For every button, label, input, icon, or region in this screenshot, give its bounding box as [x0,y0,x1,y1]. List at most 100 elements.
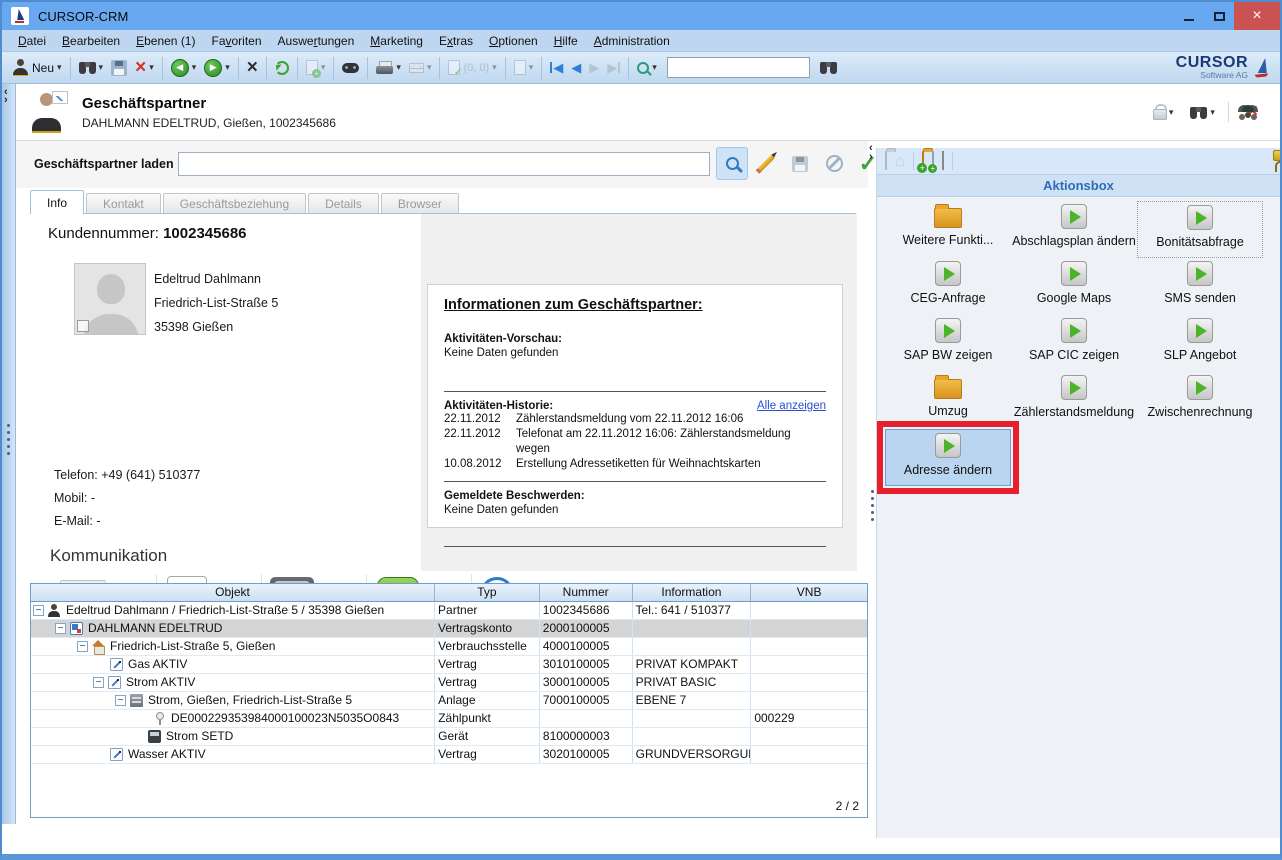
slash-circle-icon [826,155,843,172]
nav-last-button[interactable]: ▶ [604,59,623,76]
action-umzug[interactable]: Umzug [885,372,1011,429]
table-row[interactable]: Wasser AKTIVVertrag3020100005GRUNDVERSOR… [31,746,867,764]
maximize-button[interactable] [1204,2,1234,30]
save-button[interactable] [108,58,130,78]
edit-button[interactable] [750,147,782,180]
load-search-button[interactable] [716,147,748,180]
nav-prev-button[interactable]: ◀ [568,59,584,76]
cancel-button[interactable]: × [244,56,261,79]
vnb-cell [751,674,867,691]
menu-item-administration[interactable]: Administration [586,34,678,48]
export-button[interactable]: ▾ [511,58,537,77]
tree-expander-icon[interactable]: − [93,677,104,688]
panel-splitter-grip[interactable] [871,490,874,521]
home-button[interactable]: ⌂ [895,152,905,171]
brand-logo: CURSOR Software AG [1176,55,1274,80]
add-document-button[interactable]: ▾ [303,58,329,77]
tree-expander-icon[interactable]: − [77,641,88,652]
play-icon [1061,204,1087,229]
column-header-nummer[interactable]: Nummer [540,584,633,601]
action-sap-cic-zeigen[interactable]: SAP CIC zeigen [1011,315,1137,372]
menu-item-optionen[interactable]: Optionen [481,34,546,48]
new-folder-button[interactable] [922,152,924,170]
column-header-objekt[interactable]: Objekt [31,584,435,601]
menu-item-datei[interactable]: Datei [10,34,54,48]
action-sap-bw-zeigen[interactable]: SAP BW zeigen [885,315,1011,372]
menu-item-hilfe[interactable]: Hilfe [546,34,586,48]
table-row[interactable]: −DAHLMANN EDELTRUDVertragskonto200010000… [31,620,867,638]
action-weitere-funkti[interactable]: Weitere Funkti... [885,201,1011,258]
left-collapse-strip[interactable]: ‹› [2,84,16,824]
add-document-icon [306,60,318,75]
entity-find-button[interactable]: ▾ [1187,104,1218,121]
folder-search-button[interactable] [885,152,887,170]
action-zählerstandsmeldung[interactable]: Zählerstandsmeldung [1011,372,1137,429]
tree-expander-icon[interactable]: − [115,695,126,706]
back-button[interactable]: ◀▾ [168,57,200,79]
refresh-button[interactable] [272,59,292,77]
new-action-button[interactable] [932,152,934,170]
menu-item-bearbeiten[interactable]: Bearbeiten [54,34,128,48]
language-button[interactable] [942,152,944,170]
table-row[interactable]: −Strom, Gießen, Friedrich-List-Straße 5A… [31,692,867,710]
menu-item-extras[interactable]: Extras [431,34,481,48]
menu-item-favoriten[interactable]: Favoriten [203,34,269,48]
new-button[interactable]: Neu▾ [9,57,65,78]
tab-browser[interactable]: Browser [381,193,459,214]
action-zwischenrechnung[interactable]: Zwischenrechnung [1137,372,1263,429]
menu-item-auswertungen[interactable]: Auswertungen [270,34,363,48]
brand-name: CURSOR [1176,55,1248,71]
column-header-typ[interactable]: Typ [435,584,540,601]
save-record-button[interactable] [784,147,816,180]
table-row[interactable]: −Friedrich-List-Straße 5, GießenVerbrauc… [31,638,867,656]
nav-first-button[interactable]: ◀ [547,59,566,76]
panel-collapse-arrows-icon[interactable]: ‹› [869,144,873,162]
chevron-down-icon[interactable]: ▾ [57,63,62,72]
table-row[interactable]: −Edeltrud Dahlmann / Friedrich-List-Stra… [31,602,867,620]
objekt-cell: −Strom, Gießen, Friedrich-List-Straße 5 [31,692,435,709]
close-button[interactable]: × [1234,2,1280,30]
tab-details[interactable]: Details [308,193,379,214]
column-header-information[interactable]: Information [633,584,752,601]
partner-load-input[interactable] [178,152,710,176]
action-abschlagsplan-ändern[interactable]: Abschlagsplan ändern [1011,201,1137,258]
validation-button[interactable]: (0, 0)▾ [445,58,499,77]
action-bonitätsabfrage[interactable]: Bonitätsabfrage [1137,201,1263,258]
table-row[interactable]: Strom SETDGerät8100000003 [31,728,867,746]
tab-kontakt[interactable]: Kontakt [86,193,161,214]
table-row[interactable]: DE000229353984000100023N5035O0843Zählpun… [31,710,867,728]
minimize-button[interactable] [1174,2,1204,30]
search-go-button[interactable] [817,59,840,76]
menu-item-marketing[interactable]: Marketing [362,34,431,48]
tab-geschäftsbeziehung[interactable]: Geschäftsbeziehung [163,193,306,214]
action-sms-senden[interactable]: SMS senden [1137,258,1263,315]
discard-button[interactable] [818,147,850,180]
action-label: SAP BW zeigen [904,348,993,362]
send-mail-button[interactable]: ▾ [406,61,435,75]
nav-next-button[interactable]: ▶ [586,59,602,76]
table-row[interactable]: Gas AKTIVVertrag3010100005PRIVAT KOMPAKT [31,656,867,674]
quick-search-button[interactable]: ▾ [634,60,660,76]
lock-button[interactable]: ▾ [1149,102,1177,122]
tab-info[interactable]: Info [30,190,84,214]
action-slp-angebot[interactable]: SLP Angebot [1137,315,1263,372]
forward-button[interactable]: ▶▾ [201,57,233,79]
tree-expander-icon[interactable]: − [55,623,66,634]
gamepad-button[interactable] [339,61,362,75]
delete-button[interactable]: ×▾ [132,56,157,79]
tree-expander-icon[interactable]: − [33,605,44,616]
objekt-cell: DE000229353984000100023N5035O0843 [31,710,435,727]
column-header-vnb[interactable]: VNB [751,584,867,601]
splitter-grip[interactable] [7,424,10,455]
action-adresse-ändern[interactable]: Adresse ändern [885,429,1011,486]
action-ceg-anfrage[interactable]: CEG-Anfrage [885,258,1011,315]
toolbar-search-input[interactable] [667,57,810,78]
menu-item-ebenen-1[interactable]: Ebenen (1) [128,34,203,48]
collapse-arrows-icon[interactable]: ‹› [4,88,8,104]
photo-change-icon[interactable] [77,320,89,332]
find-button[interactable]: ▾ [76,59,107,76]
show-all-link[interactable]: Alle anzeigen [757,400,826,412]
print-button[interactable]: ▾ [373,59,404,76]
action-google-maps[interactable]: Google Maps [1011,258,1137,315]
table-row[interactable]: −Strom AKTIVVertrag3000100005PRIVAT BASI… [31,674,867,692]
